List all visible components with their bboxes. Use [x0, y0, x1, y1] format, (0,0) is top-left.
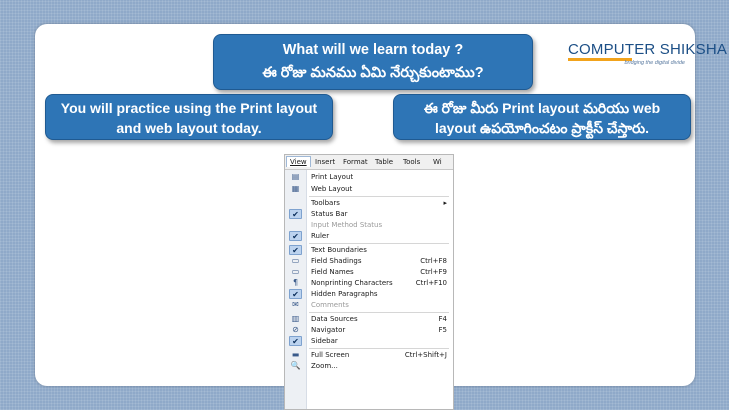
menu-item-label: Sidebar [311, 337, 338, 345]
web-layout-icon: ▦ [291, 184, 300, 193]
menu-item-hidden-paragraphs[interactable]: ✔ Hidden Paragraphs [285, 289, 453, 300]
telugu-line-2: layout ఉపయోగించటం ప్రాక్టీస్ చేస్తారు. [434, 120, 650, 136]
check-icon: ✔ [289, 289, 302, 299]
field-shadings-icon: ▭ [291, 256, 300, 265]
english-line-2: and web layout today. [116, 120, 262, 136]
menu-item-label: Data Sources [311, 315, 358, 323]
menu-item-field-names[interactable]: ▭ Field Names Ctrl+F9 [285, 267, 453, 278]
menu-tools[interactable]: Tools [403, 158, 420, 166]
menu-item-field-shadings[interactable]: ▭ Field Shadings Ctrl+F8 [285, 256, 453, 267]
title-telugu: ఈ రోజు మనము ఏమి నేర్చుకుంటాము? [262, 65, 484, 81]
menu-item-label: Ruler [311, 232, 330, 240]
menu-format[interactable]: Format [343, 158, 368, 166]
menu-item-label: Navigator [311, 326, 346, 334]
menu-item-shortcut: Ctrl+Shift+J [404, 351, 447, 359]
menu-item-print-layout[interactable]: ▤ Print Layout [285, 172, 453, 183]
menu-item-shortcut: Ctrl+F8 [420, 257, 447, 265]
full-screen-icon: ▬ [291, 350, 300, 359]
check-icon: ✔ [289, 245, 302, 255]
comments-icon: ✉ [292, 300, 299, 309]
telugu-line-1: ఈ రోజు మీరు Print layout మరియు web [423, 100, 661, 116]
menu-item-zoom[interactable]: 🔍 Zoom... [285, 361, 453, 372]
menu-item-full-screen[interactable]: ▬ Full Screen Ctrl+Shift+J [285, 350, 453, 361]
menu-item-shortcut: Ctrl+F9 [420, 268, 447, 276]
check-icon: ✔ [289, 231, 302, 241]
menu-item-label: Field Names [311, 268, 354, 276]
navigator-icon: ⊘ [292, 325, 299, 334]
menu-separator [309, 312, 449, 313]
menu-bar: View Insert Format Table Tools Wi [285, 155, 453, 170]
menu-item-shortcut: F4 [438, 315, 447, 323]
english-line-1: You will practice using the Print layout [60, 100, 318, 116]
check-icon: ✔ [289, 336, 302, 346]
menu-separator [309, 196, 449, 197]
menu-item-label: Toolbars [311, 199, 340, 207]
title-english: What will we learn today ? [282, 42, 464, 58]
menu-window[interactable]: Wi [433, 158, 442, 166]
logo-tagline: bridging the digital divide [624, 60, 685, 66]
zoom-icon: 🔍 [290, 361, 301, 370]
print-layout-icon: ▤ [291, 172, 300, 181]
menu-item-status-bar[interactable]: ✔ Status Bar [285, 209, 453, 220]
menu-item-shortcut: Ctrl+F10 [415, 279, 447, 287]
menu-item-input-method-status: Input Method Status [285, 220, 453, 231]
menu-item-label: Hidden Paragraphs [311, 290, 378, 298]
menu-item-label: Full Screen [311, 351, 350, 359]
menu-table[interactable]: Table [375, 158, 393, 166]
menu-item-label: Input Method Status [311, 221, 383, 229]
menu-item-ruler[interactable]: ✔ Ruler [285, 231, 453, 242]
menu-item-text-boundaries[interactable]: ✔ Text Boundaries [285, 245, 453, 256]
check-icon: ✔ [289, 209, 302, 219]
menu-item-shortcut: F5 [438, 326, 447, 334]
menu-item-shortcut: ▸ [443, 199, 447, 207]
menu-item-label: Zoom... [311, 362, 338, 370]
menu-item-data-sources[interactable]: ▥ Data Sources F4 [285, 314, 453, 325]
menu-insert[interactable]: Insert [315, 158, 335, 166]
menu-item-label: Nonprinting Characters [311, 279, 393, 287]
menu-view[interactable]: View [286, 156, 311, 167]
data-sources-icon: ▥ [291, 314, 300, 323]
title-bubble: What will we learn today ? ఈ రోజు మనము ఏ… [213, 34, 533, 90]
menu-separator [309, 348, 449, 349]
menu-item-sidebar[interactable]: ✔ Sidebar [285, 336, 453, 347]
computer-shiksha-logo: COMPUTER SHIKSHA bridging the digital di… [568, 41, 728, 75]
menu-item-nonprinting-characters[interactable]: ¶ Nonprinting Characters Ctrl+F10 [285, 278, 453, 289]
pilcrow-icon: ¶ [292, 278, 299, 287]
logo-text: COMPUTER SHIKSHA [568, 41, 728, 58]
menu-separator [309, 243, 449, 244]
english-instruction-bubble: You will practice using the Print layout… [45, 94, 333, 140]
menu-item-label: Text Boundaries [311, 246, 367, 254]
menu-item-label: Web Layout [311, 185, 353, 193]
menu-item-comments: ✉ Comments [285, 300, 453, 311]
menu-item-label: Comments [311, 301, 349, 309]
menu-item-toolbars[interactable]: Toolbars ▸ [285, 198, 453, 209]
menu-item-label: Field Shadings [311, 257, 362, 265]
field-names-icon: ▭ [291, 267, 300, 276]
view-menu-screenshot: View Insert Format Table Tools Wi ▤ Print… [284, 154, 454, 410]
telugu-instruction-bubble: ఈ రోజు మీరు Print layout మరియు web layou… [393, 94, 691, 140]
menu-item-navigator[interactable]: ⊘ Navigator F5 [285, 325, 453, 336]
logo-accent-bar [568, 58, 632, 61]
menu-item-label: Status Bar [311, 210, 348, 218]
slide-canvas: What will we learn today ? ఈ రోజు మనము ఏ… [35, 24, 728, 410]
menu-item-web-layout[interactable]: ▦ Web Layout [285, 184, 453, 195]
menu-item-label: Print Layout [311, 173, 354, 181]
